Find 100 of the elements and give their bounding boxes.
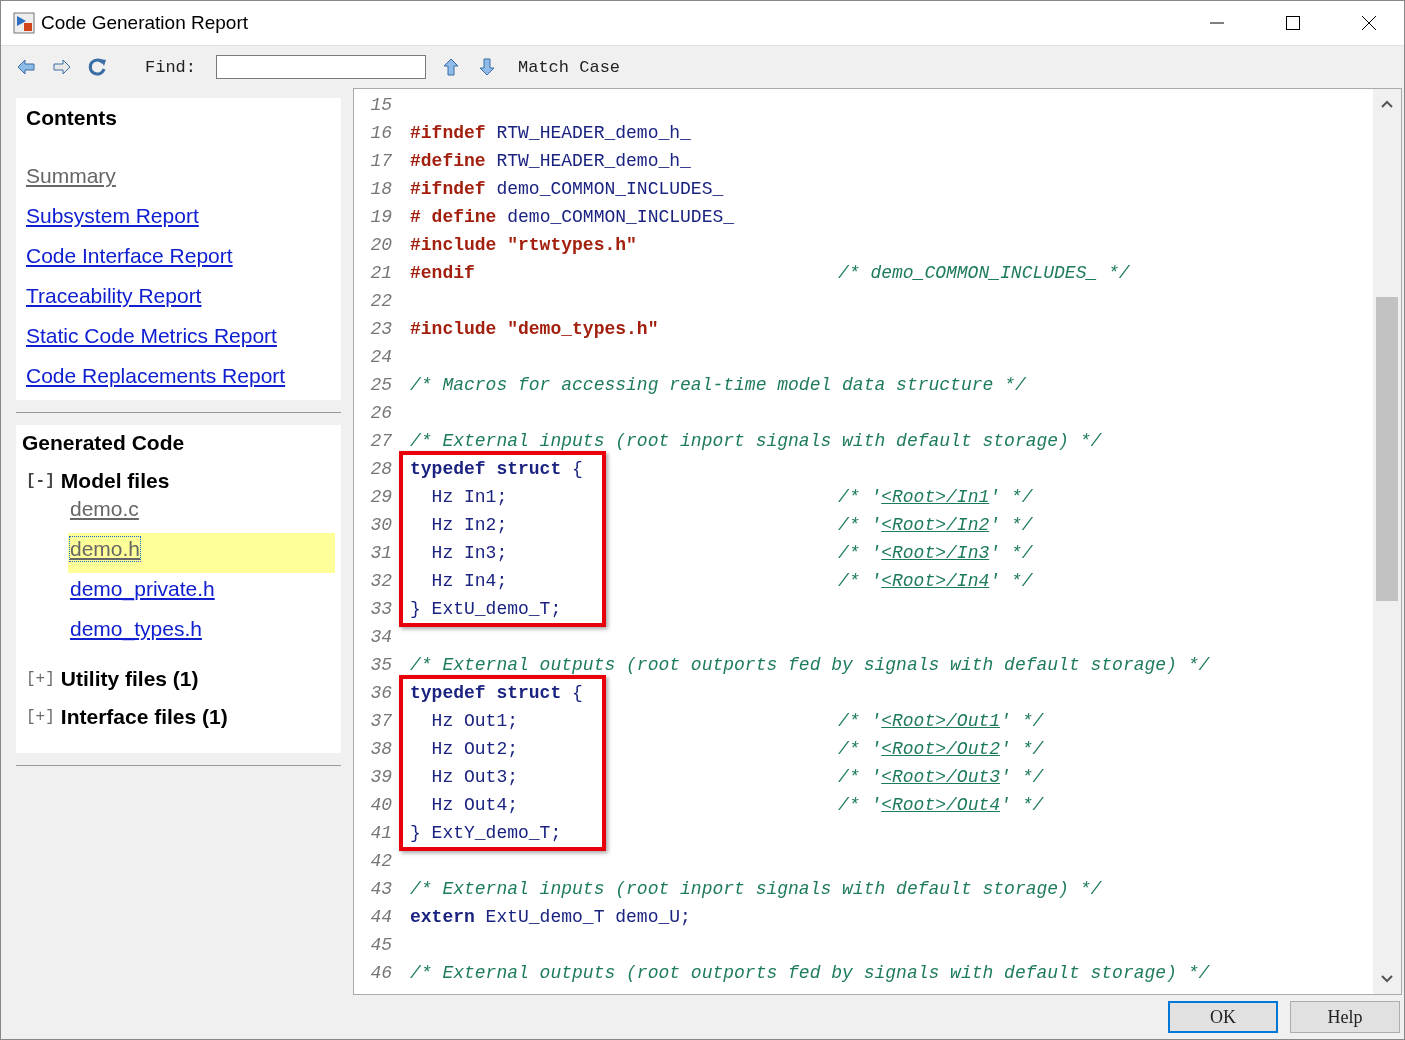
code-line: #include "rtwtypes.h" [410, 234, 637, 257]
line-number: 39 [370, 766, 392, 789]
code-line: Hz In2; [430, 514, 508, 537]
line-number: 38 [370, 738, 392, 761]
code-link[interactable]: <Root>/In3 [881, 543, 990, 563]
code-line: #define RTW_HEADER_demo_h_ [410, 150, 691, 173]
line-number: 30 [370, 514, 392, 537]
code-line: Hz Out3; [430, 766, 519, 789]
line-number: 45 [370, 934, 392, 957]
code-comment: /* '<Root>/In2' */ [838, 514, 1033, 537]
line-number: 36 [370, 682, 392, 705]
line-number: 33 [370, 598, 392, 621]
file-link[interactable]: demo.c [70, 497, 139, 521]
file-link[interactable]: demo_types.h [70, 617, 202, 641]
report-link[interactable]: Static Code Metrics Report [26, 324, 277, 348]
code-link[interactable]: <Root>/In1 [881, 487, 990, 507]
group-label: Interface files (1) [60, 705, 228, 729]
file-link[interactable]: demo.h [70, 537, 141, 561]
line-number: 27 [370, 430, 392, 453]
line-number: 22 [370, 290, 392, 313]
file-link[interactable]: demo_private.h [70, 577, 215, 601]
find-label: Find: [145, 57, 196, 77]
line-number: 24 [370, 346, 392, 369]
back-arrow-icon[interactable] [16, 58, 36, 76]
code-line: #include "demo_types.h" [410, 318, 659, 341]
report-link[interactable]: Subsystem Report [26, 204, 199, 228]
code-comment: /* '<Root>/In1' */ [838, 486, 1033, 509]
generated-code-title: Generated Code [22, 431, 186, 455]
line-number: 28 [370, 458, 392, 481]
maximize-icon[interactable] [1285, 15, 1301, 31]
code-line: /* External outputs (root outports fed by signals with default storage) */ [410, 962, 1210, 985]
code-link[interactable]: <Root>/Out2 [881, 739, 1001, 759]
code-line: /* External outputs (root outports fed by signals with default storage) */ [410, 654, 1210, 677]
code-line: } ExtU_demo_T; [410, 598, 562, 621]
code-line: Hz In1; [430, 486, 508, 509]
report-link[interactable]: Code Interface Report [26, 244, 233, 268]
line-number: 34 [370, 626, 392, 649]
line-number: 43 [370, 878, 392, 901]
group-label: Utility files (1) [60, 667, 199, 691]
refresh-icon[interactable] [88, 57, 108, 77]
code-link[interactable]: <Root>/Out3 [881, 767, 1001, 787]
code-line: #endif [410, 262, 475, 285]
expand-toggle[interactable]: [-] [26, 472, 55, 490]
group-label: Model files [60, 469, 170, 493]
line-number: 41 [370, 822, 392, 845]
window-title: Code Generation Report [41, 12, 249, 34]
report-link[interactable]: Code Replacements Report [26, 364, 286, 388]
line-number: 31 [370, 542, 392, 565]
down-arrow-icon[interactable] [477, 58, 497, 76]
contents-title: Contents [26, 106, 118, 130]
code-line: typedef struct { [410, 682, 583, 705]
code-line: extern ExtU_demo_T demo_U; [410, 906, 691, 929]
line-number: 21 [370, 262, 392, 285]
code-comment: /* '<Root>/Out4' */ [838, 794, 1044, 817]
code-link[interactable]: <Root>/In2 [881, 515, 990, 535]
line-number: 25 [370, 374, 392, 397]
code-line: #ifndef demo_COMMON_INCLUDES_ [410, 178, 724, 201]
find-field[interactable] [216, 55, 426, 79]
report-link[interactable]: Traceability Report [26, 284, 202, 308]
code-line: /* External inputs (root inport signals with default storage) */ [410, 878, 1102, 901]
code-line: typedef struct { [410, 458, 583, 481]
dialog-button[interactable]: Help [1290, 1001, 1400, 1033]
code-line: Hz Out2; [430, 738, 519, 761]
scroll-thumb[interactable] [1376, 297, 1398, 601]
line-number: 42 [370, 850, 392, 873]
line-number: 16 [370, 122, 392, 145]
report-link[interactable]: Summary [26, 164, 116, 188]
code-line: Hz Out1; [430, 710, 519, 733]
line-number: 19 [370, 206, 392, 229]
line-number: 26 [370, 402, 392, 425]
match-case-label[interactable]: Match Case [518, 57, 621, 77]
up-arrow-icon[interactable] [441, 58, 461, 76]
line-number: 46 [370, 962, 392, 985]
line-number: 29 [370, 486, 392, 509]
line-number: 32 [370, 570, 392, 593]
line-number: 20 [370, 234, 392, 257]
expand-toggle[interactable]: [+] [26, 708, 55, 726]
line-number: 15 [370, 94, 392, 117]
code-line: } ExtY_demo_T; [410, 822, 562, 845]
code-line: /* Macros for accessing real-time model data structure */ [410, 374, 1026, 397]
code-line: Hz In3; [430, 542, 508, 565]
code-line: #ifndef RTW_HEADER_demo_h_ [410, 122, 691, 145]
scrollbar[interactable] [1373, 89, 1401, 994]
line-number: 44 [370, 906, 392, 929]
code-line: /* External inputs (root inport signals with default storage) */ [410, 430, 1102, 453]
code-link[interactable]: <Root>/In4 [881, 571, 990, 591]
line-number: 23 [370, 318, 392, 341]
line-number: 35 [370, 654, 392, 677]
expand-toggle[interactable]: [+] [26, 670, 55, 688]
code-comment: /* '<Root>/Out2' */ [838, 738, 1044, 761]
close-icon[interactable] [1361, 15, 1377, 31]
code-link[interactable]: <Root>/Out1 [881, 711, 1001, 731]
code-comment: /* demo_COMMON_INCLUDES_ */ [838, 262, 1130, 285]
code-link[interactable]: <Root>/Out4 [881, 795, 1001, 815]
code-line: # define demo_COMMON_INCLUDES_ [410, 206, 735, 229]
app-icon [13, 12, 35, 34]
line-number: 18 [370, 178, 392, 201]
forward-arrow-icon[interactable] [52, 58, 72, 76]
dialog-button[interactable]: OK [1168, 1001, 1278, 1033]
code-line: Hz Out4; [430, 794, 519, 817]
